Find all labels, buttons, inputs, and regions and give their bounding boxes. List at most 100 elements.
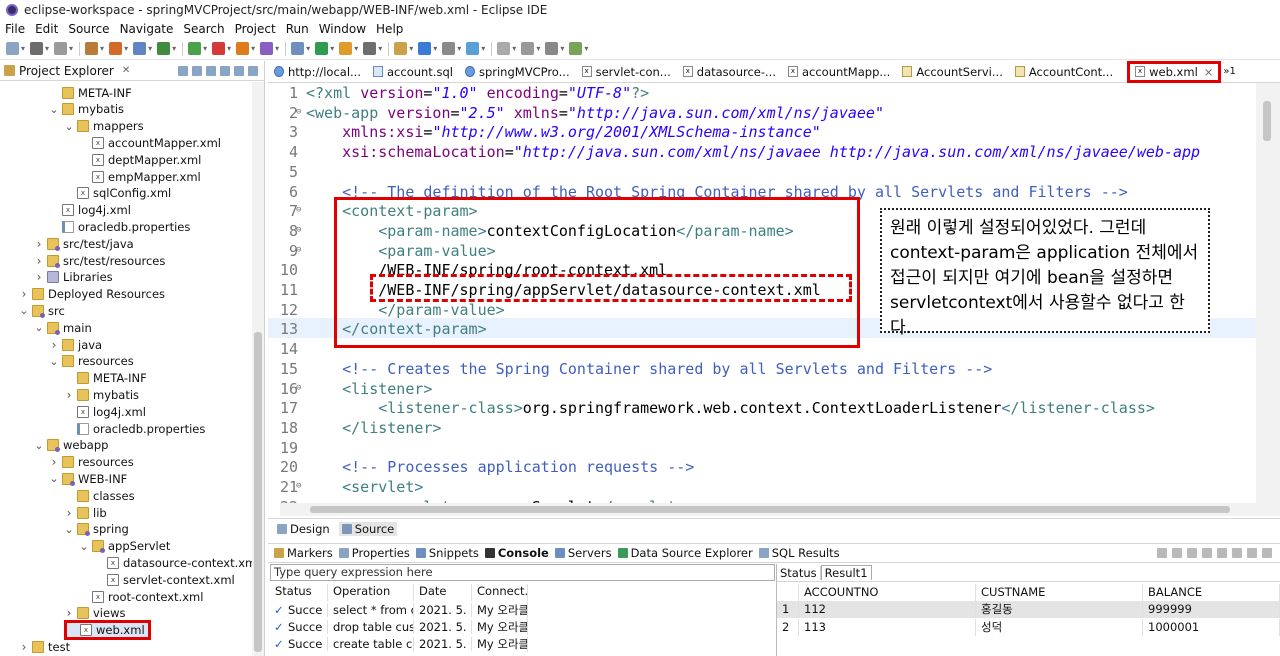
- menu-item-file[interactable]: File: [0, 22, 30, 36]
- collapse-arrow-icon[interactable]: ›: [34, 254, 44, 268]
- expand-arrow-icon[interactable]: ⌄: [79, 540, 89, 553]
- dropdown-arrow-icon[interactable]: ▾: [45, 44, 49, 53]
- fold-icon[interactable]: ⊖: [296, 205, 301, 215]
- dropdown-arrow-icon[interactable]: ▾: [354, 44, 358, 53]
- more-tabs-button[interactable]: »1: [1223, 66, 1235, 77]
- view-menu-icon[interactable]: [220, 65, 230, 76]
- editor-hscrollbar[interactable]: [280, 503, 1256, 516]
- query-expression-input[interactable]: Type query expression here: [270, 564, 775, 581]
- tree-item[interactable]: › java: [49, 336, 103, 353]
- result-column-header[interactable]: BALANCE: [1143, 584, 1280, 601]
- build-icon[interactable]: [109, 42, 123, 55]
- tree-item[interactable]: ⌄ spring: [64, 521, 129, 538]
- tree-item[interactable]: x datasource-context.xml: [94, 554, 252, 571]
- menu-item-edit[interactable]: Edit: [30, 22, 63, 36]
- tree-item[interactable]: ⌄ webapp: [34, 437, 108, 454]
- dropdown-arrow-icon[interactable]: ▾: [409, 44, 413, 53]
- collapse-arrow-icon[interactable]: ›: [34, 237, 44, 251]
- tree-item[interactable]: oracledb.properties: [49, 218, 190, 235]
- run-last-icon[interactable]: [188, 42, 202, 55]
- expand-arrow-icon[interactable]: ⌄: [34, 439, 44, 452]
- result-tab[interactable]: Status: [777, 565, 821, 580]
- display-icon[interactable]: [1217, 548, 1227, 558]
- scroll-thumb[interactable]: [254, 332, 262, 652]
- tab-console[interactable]: Console: [484, 546, 549, 560]
- tree-item[interactable]: META-INF: [49, 84, 132, 101]
- dropdown-arrow-icon[interactable]: ▾: [203, 44, 207, 53]
- dropdown-arrow-icon[interactable]: ▾: [306, 44, 310, 53]
- result-row[interactable]: 1 112 홍길동 999999: [777, 601, 1280, 618]
- new-server-icon[interactable]: [133, 42, 147, 55]
- editor-tab[interactable]: x accountMapp...: [782, 65, 896, 79]
- tree-item[interactable]: ⌄ mybatis: [49, 101, 124, 118]
- code-line[interactable]: xmlns:xsi="http://www.w3.org/2001/XMLSch…: [306, 123, 821, 141]
- history-column-header[interactable]: Date: [414, 584, 472, 601]
- menu-item-project[interactable]: Project: [230, 22, 281, 36]
- result-row[interactable]: 2 113 성덕 1000001: [777, 619, 1280, 636]
- dropdown-arrow-icon[interactable]: ▾: [148, 44, 152, 53]
- editor-tab[interactable]: x servlet-con...: [576, 65, 677, 79]
- editor-tab[interactable]: AccountCont...: [1009, 65, 1119, 79]
- editor-tab[interactable]: x datasource-...: [677, 65, 782, 79]
- dropdown-arrow-icon[interactable]: ▾: [172, 44, 176, 53]
- dropdown-arrow-icon[interactable]: ▾: [512, 44, 516, 53]
- expand-arrow-icon[interactable]: ⌄: [64, 523, 74, 536]
- tab-properties[interactable]: Properties: [338, 546, 410, 560]
- expand-arrow-icon[interactable]: ⌄: [49, 103, 59, 116]
- menu-item-run[interactable]: Run: [281, 22, 314, 36]
- tab-snippets[interactable]: Snippets: [415, 546, 479, 560]
- dropdown-arrow-icon[interactable]: ▾: [378, 44, 382, 53]
- tree-item[interactable]: META-INF: [64, 370, 147, 387]
- dropdown-arrow-icon[interactable]: ▾: [124, 44, 128, 53]
- editor-tab[interactable]: AccountServi...: [896, 65, 1009, 79]
- expand-arrow-icon[interactable]: ⌄: [49, 355, 59, 368]
- code-line[interactable]: <listener>: [306, 380, 432, 398]
- result-column-header[interactable]: CUSTNAME: [976, 584, 1143, 601]
- tree-item[interactable]: x accountMapper.xml: [79, 134, 221, 151]
- editor-tab[interactable]: account.sql: [367, 65, 459, 79]
- editor-tab[interactable]: x web.xml ×: [1127, 60, 1222, 83]
- dropdown-arrow-icon[interactable]: ▾: [560, 44, 564, 53]
- code-line[interactable]: </listener>: [306, 419, 441, 437]
- tree-item[interactable]: › test: [19, 638, 71, 655]
- save-result-icon[interactable]: [1202, 548, 1212, 558]
- new-java-icon[interactable]: [260, 42, 274, 55]
- tab-design[interactable]: Design: [274, 522, 333, 536]
- dropdown-arrow-icon[interactable]: ▾: [433, 44, 437, 53]
- tree-item[interactable]: x empMapper.xml: [79, 168, 201, 185]
- fold-icon[interactable]: ⊖: [296, 225, 301, 235]
- tree-item[interactable]: › Deployed Resources: [19, 286, 165, 303]
- editor-vscrollbar[interactable]: [1256, 83, 1280, 516]
- result-tab[interactable]: Result1: [820, 565, 872, 580]
- close-tab-icon[interactable]: ×: [1204, 65, 1214, 79]
- collapse-all-icon[interactable]: [178, 65, 188, 76]
- save-icon[interactable]: [30, 42, 44, 55]
- menu-item-source[interactable]: Source: [63, 22, 114, 36]
- scroll-thumb[interactable]: [310, 506, 1230, 513]
- tree-item[interactable]: ⌄ appServlet: [79, 538, 170, 555]
- tree-item[interactable]: x sqlConfig.xml: [64, 185, 171, 202]
- maximize-icon[interactable]: [1262, 548, 1272, 558]
- web-browser-icon[interactable]: [418, 42, 432, 55]
- dropdown-arrow-icon[interactable]: ▾: [481, 44, 485, 53]
- minimize-icon[interactable]: [234, 65, 244, 76]
- terminate-icon[interactable]: [1157, 548, 1167, 558]
- project-explorer-tab[interactable]: Project Explorer ✕: [0, 61, 264, 81]
- annotation-icon[interactable]: [442, 42, 456, 55]
- code-line[interactable]: <!-- Processes application requests -->: [306, 458, 694, 476]
- tree-item[interactable]: x servlet-context.xml: [94, 571, 235, 588]
- expand-arrow-icon[interactable]: ⌄: [64, 120, 74, 133]
- tab-servers[interactable]: Servers: [554, 546, 612, 560]
- tree-item[interactable]: › src/test/resources: [34, 252, 165, 269]
- fold-icon[interactable]: ⊖: [296, 245, 301, 255]
- tree-item[interactable]: ⌄ main: [34, 319, 92, 336]
- collapse-arrow-icon[interactable]: ›: [64, 388, 74, 402]
- menu-item-search[interactable]: Search: [178, 22, 229, 36]
- editor-tab[interactable]: springMVCPro...: [459, 65, 576, 79]
- tree-item[interactable]: ⌄ src: [19, 302, 65, 319]
- prev-annotation-icon[interactable]: [497, 42, 511, 55]
- tree-item[interactable]: ⌄ mappers: [64, 118, 143, 135]
- code-line[interactable]: <servlet>: [306, 478, 423, 496]
- dropdown-arrow-icon[interactable]: ▾: [457, 44, 461, 53]
- collapse-arrow-icon[interactable]: ›: [34, 270, 44, 284]
